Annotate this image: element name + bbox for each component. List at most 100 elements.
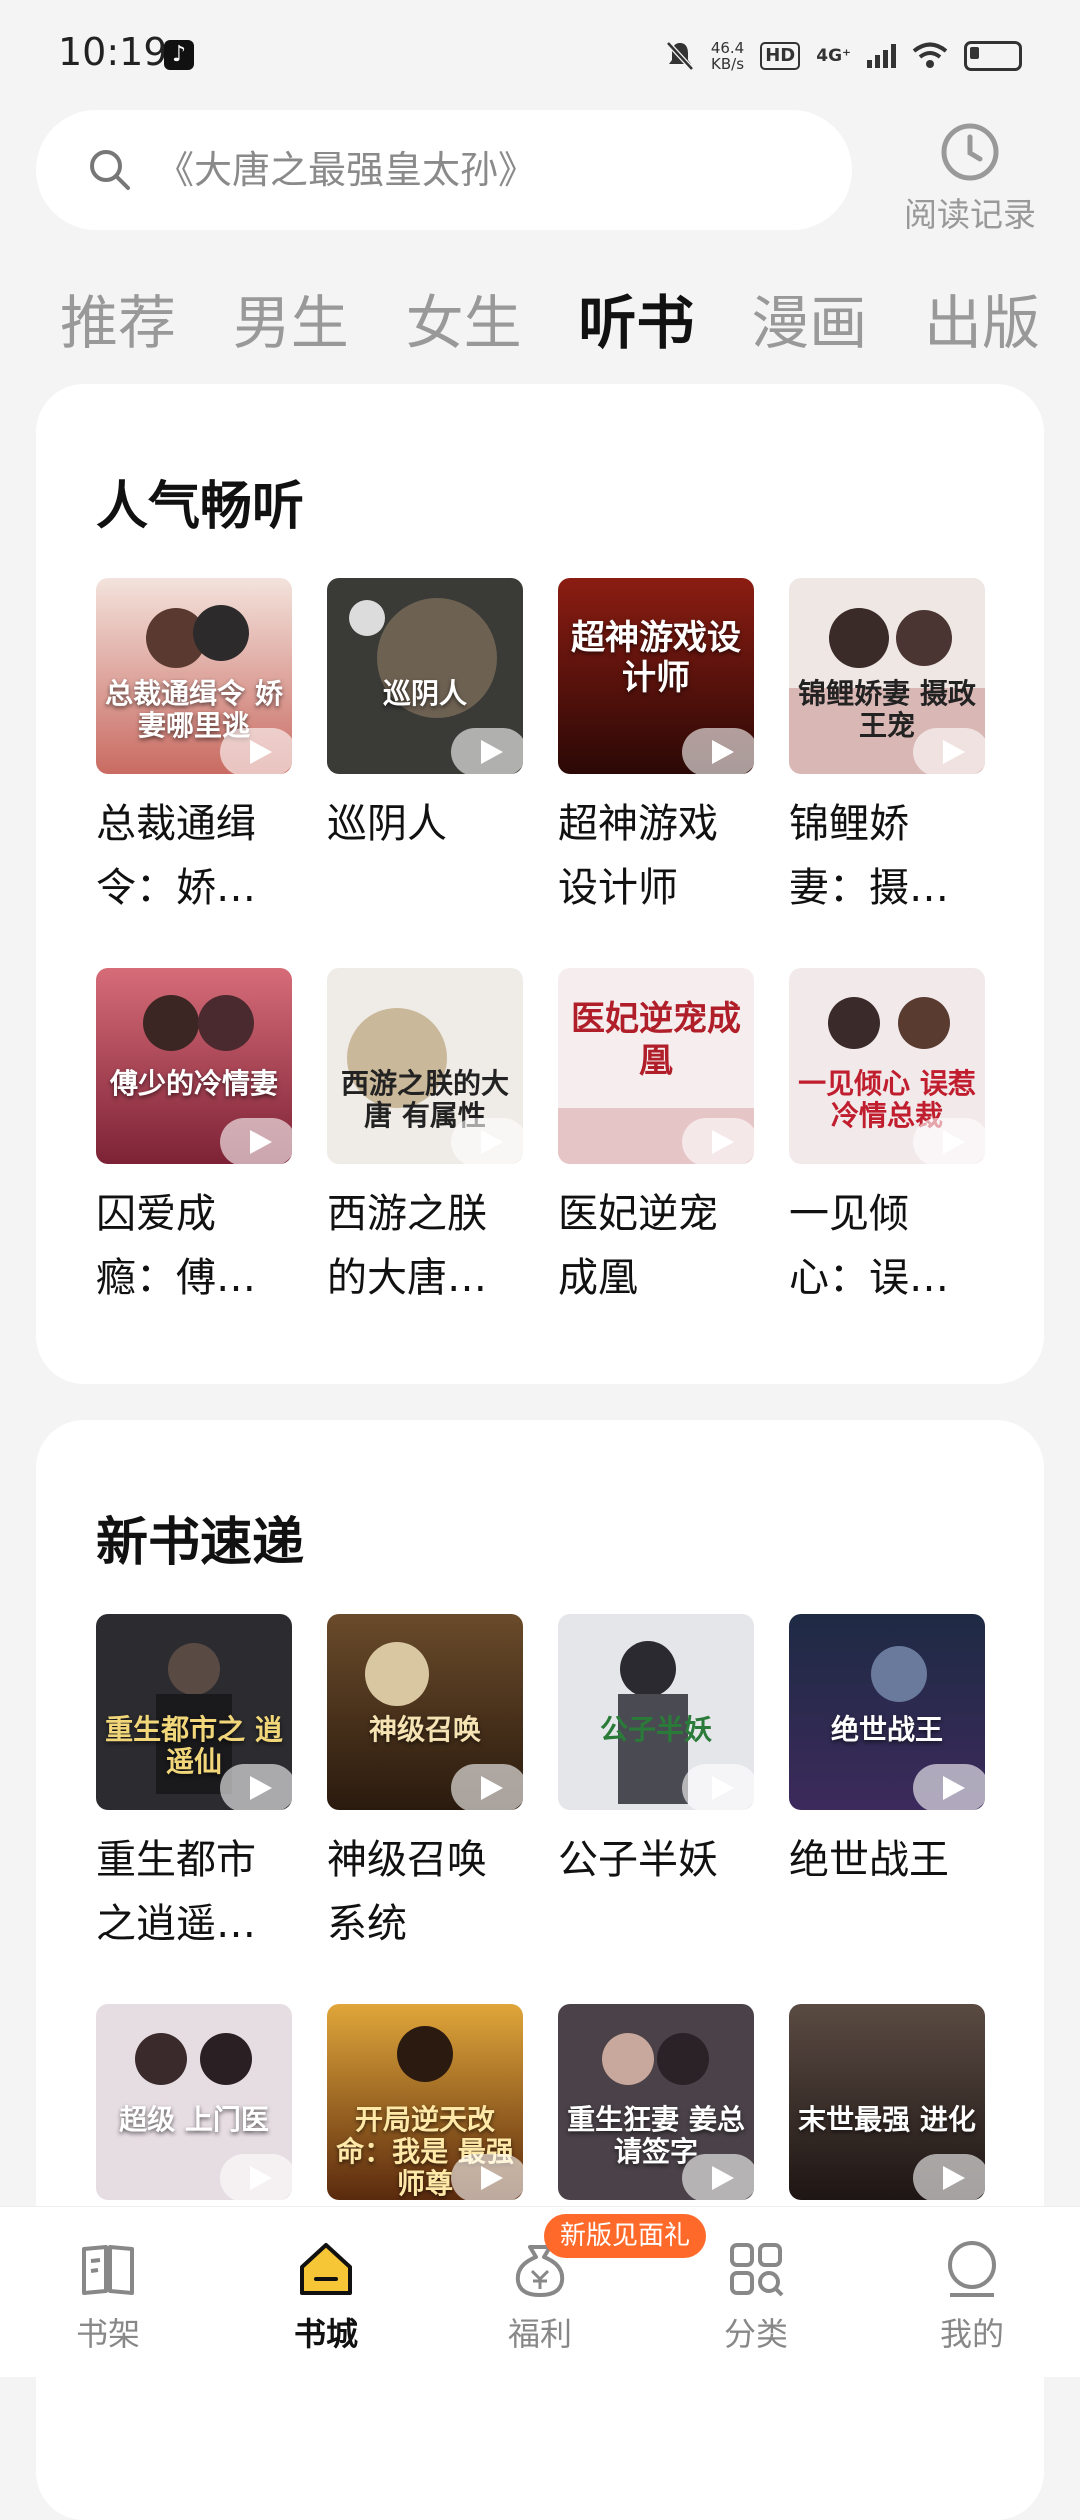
nav-label: 书架 — [75, 2315, 140, 2353]
book-cover: 重生都市之 逍遥仙 — [96, 1614, 292, 1810]
play-icon[interactable] — [682, 728, 754, 774]
book-title: 巡阴人 — [327, 801, 447, 847]
book-title: 重生都市之逍遥… — [96, 1837, 256, 1947]
tab-audiobooks[interactable]: 听书 — [578, 276, 694, 360]
cover-text: 巡阴人 — [382, 677, 467, 710]
play-icon[interactable] — [682, 1118, 754, 1164]
section-title: 人气畅听 — [96, 477, 305, 537]
play-icon[interactable] — [220, 728, 292, 774]
book-item[interactable]: 傅少的冷情妻 囚爱成瘾：傅… — [96, 968, 292, 1310]
book-item[interactable]: 重生狂妻 姜总请签字 — [558, 2004, 754, 2218]
grid-icon — [730, 2243, 784, 2297]
nav-bookstore[interactable]: 书城 — [266, 2237, 386, 2355]
book-cover: 总裁通缉令 娇妻哪里逃 — [96, 578, 292, 774]
mute-bell-icon — [665, 41, 694, 71]
book-cover: 傅少的冷情妻 — [96, 968, 292, 1164]
book-title: 西游之朕的大唐… — [327, 1191, 487, 1301]
book-icon — [82, 2245, 134, 2295]
book-item[interactable]: 超神游戏设计师 超神游戏设计师 — [558, 578, 754, 920]
tab-male[interactable]: 男生 — [233, 276, 349, 360]
tab-publishing[interactable]: 出版 — [924, 276, 1040, 360]
book-cover: 神级召唤 — [327, 1614, 523, 1810]
book-item[interactable]: 神级召唤 神级召唤系统 — [327, 1614, 523, 1956]
play-icon[interactable] — [451, 1118, 523, 1164]
status-bar: 10:19 ♪ 46.4 KB/s HD 4G⁺ — [0, 0, 1080, 110]
book-item[interactable]: 重生都市之 逍遥仙 重生都市之逍遥… — [96, 1614, 292, 1956]
book-cover: 一见倾心 误惹冷情总裁 — [789, 968, 985, 1164]
reading-history-button[interactable]: 阅读记录 — [900, 120, 1040, 236]
nav-label: 福利 — [507, 2315, 572, 2353]
cover-text: 傅少的冷情妻 — [109, 1067, 278, 1100]
nav-categories[interactable]: 分类 — [696, 2237, 816, 2355]
play-icon[interactable] — [451, 1764, 523, 1810]
play-icon[interactable] — [682, 1764, 754, 1810]
book-cover: 巡阴人 — [327, 578, 523, 774]
signal-icon — [867, 44, 896, 68]
status-indicators: 46.4 KB/s HD 4G⁺ — [665, 34, 1022, 78]
book-item[interactable]: 公子半妖 公子半妖 — [558, 1614, 754, 1956]
play-icon[interactable] — [913, 1118, 985, 1164]
book-title: 绝世战王 — [789, 1837, 949, 1883]
play-icon[interactable] — [220, 1118, 292, 1164]
book-item[interactable]: 开局逆天改命：我是 最强师尊 — [327, 2004, 523, 2218]
bottom-nav: 书架 书城 福利 分类 我的 — [0, 2206, 1080, 2377]
nav-label: 我的 — [939, 2315, 1004, 2353]
cover-text: 绝世战王 — [830, 1713, 943, 1746]
book-cover: 末世最强 进化 — [789, 2004, 985, 2200]
book-item[interactable]: 绝世战王 绝世战王 — [789, 1614, 985, 1956]
book-cover: 超神游戏设计师 — [558, 578, 754, 774]
network-speed: 46.4 KB/s — [710, 39, 745, 73]
nav-profile[interactable]: 我的 — [912, 2237, 1032, 2355]
book-item[interactable]: 巡阴人 巡阴人 — [327, 578, 523, 920]
book-title: 锦鲤娇妻：摄… — [789, 801, 949, 911]
book-title: 一见倾心：误… — [789, 1191, 949, 1301]
book-item[interactable]: 一见倾心 误惹冷情总裁 一见倾心：误… — [789, 968, 985, 1310]
popular-section: 人气畅听 总裁通缉令 娇妻哪里逃 总裁通缉令：娇… 巡阴人 巡阴人 超神游戏设计… — [36, 384, 1044, 1384]
cover-text: 公子半妖 — [599, 1713, 712, 1746]
search-bar[interactable]: 《大唐之最强皇太孙》 — [36, 110, 852, 230]
play-icon[interactable] — [913, 2154, 985, 2200]
nav-bookshelf[interactable]: 书架 — [48, 2237, 168, 2355]
book-item[interactable]: 西游之朕的大唐 有属性 西游之朕的大唐… — [327, 968, 523, 1310]
section-title: 新书速递 — [96, 1513, 305, 1573]
network-type: 4G⁺ — [816, 46, 851, 66]
book-item[interactable]: 医妃逆宠成凰 医妃逆宠成凰 — [558, 968, 754, 1310]
promo-badge[interactable]: 新版见面礼 — [544, 2214, 707, 2258]
book-cover: 重生狂妻 姜总请签字 — [558, 2004, 754, 2200]
play-icon[interactable] — [220, 1764, 292, 1810]
cover-text: 末世最强 进化 — [798, 2103, 976, 2136]
tab-recommend[interactable]: 推荐 — [60, 276, 176, 360]
home-icon — [300, 2243, 352, 2295]
book-cover: 绝世战王 — [789, 1614, 985, 1810]
play-icon[interactable] — [220, 2154, 292, 2200]
play-icon[interactable] — [913, 1764, 985, 1810]
play-icon[interactable] — [451, 2154, 523, 2200]
play-icon[interactable] — [682, 2154, 754, 2200]
book-item[interactable]: 锦鲤娇妻 摄政王宠 锦鲤娇妻：摄… — [789, 578, 985, 920]
book-cover: 锦鲤娇妻 摄政王宠 — [789, 578, 985, 774]
profile-icon — [948, 2241, 996, 2297]
search-icon — [90, 150, 130, 190]
book-item[interactable]: 总裁通缉令 娇妻哪里逃 总裁通缉令：娇… — [96, 578, 292, 920]
book-cover: 西游之朕的大唐 有属性 — [327, 968, 523, 1164]
hd-badge: HD — [760, 42, 801, 70]
tab-comics[interactable]: 漫画 — [751, 276, 867, 360]
book-title: 囚爱成瘾：傅… — [96, 1191, 256, 1301]
book-grid: 总裁通缉令 娇妻哪里逃 总裁通缉令：娇… 巡阴人 巡阴人 超神游戏设计师 超神游… — [96, 578, 985, 1310]
book-cover: 医妃逆宠成凰 — [558, 968, 754, 1164]
book-title: 公子半妖 — [558, 1837, 718, 1883]
wifi-icon — [912, 42, 948, 68]
clock-icon — [941, 123, 999, 181]
book-title: 超神游戏设计师 — [558, 801, 718, 911]
reading-history-label: 阅读记录 — [904, 195, 1036, 234]
tab-female[interactable]: 女生 — [406, 276, 522, 360]
play-icon[interactable] — [451, 728, 523, 774]
book-cover: 开局逆天改命：我是 最强师尊 — [327, 2004, 523, 2200]
book-grid: 重生都市之 逍遥仙 重生都市之逍遥… 神级召唤 神级召唤系统 公子半妖 公子半妖… — [96, 1614, 985, 2218]
search-placeholder: 《大唐之最强皇太孙》 — [156, 148, 537, 192]
play-icon[interactable] — [913, 728, 985, 774]
cover-text: 超神游戏设计师 — [571, 618, 741, 698]
cover-text: 医妃逆宠成凰 — [571, 999, 741, 1081]
book-item[interactable]: 末世最强 进化 — [789, 2004, 985, 2218]
book-item[interactable]: 超级 上门医 — [96, 2004, 292, 2218]
